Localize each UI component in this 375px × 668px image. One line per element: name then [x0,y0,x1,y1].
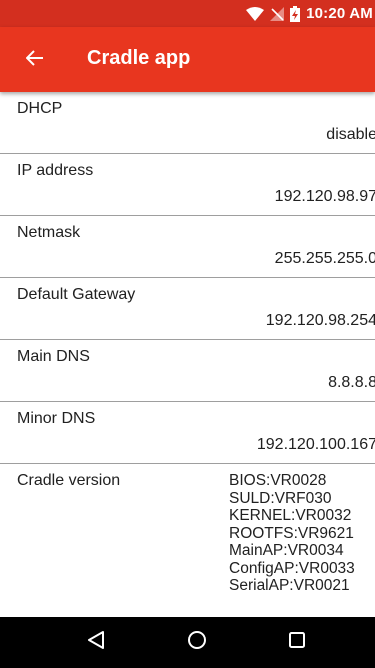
app-title: Cradle app [87,47,191,69]
battery-charging-icon [290,5,301,22]
setting-row-default-gateway[interactable]: Default Gateway 192.120.98.254 [0,278,375,340]
home-circle-icon [187,630,207,655]
nav-recents-button[interactable] [267,617,327,668]
version-item: ConfigAP:VR0033 [229,559,355,577]
setting-value: disable [200,126,375,144]
version-item: SULD:VRF030 [229,489,332,507]
setting-label: Netmask [17,224,81,241]
back-button[interactable] [20,45,50,75]
cradle-version-row: Cradle version BIOS:VR0028 SULD:VRF030 K… [0,464,375,617]
setting-value-text: 255.255.255.0 [274,250,375,267]
wifi-icon [246,6,265,21]
version-item: SerialAP:VR0021 [229,577,350,594]
setting-value-text: 192.120.98.254 [265,312,375,329]
setting-row-ip-address[interactable]: IP address 192.120.98.97 [0,154,375,216]
setting-label: Main DNS [17,348,90,365]
nav-back-button[interactable] [66,617,126,668]
back-triangle-icon [87,630,105,655]
setting-label: DHCP [17,100,63,117]
setting-label: IP address [17,162,94,179]
navigation-bar [0,617,375,668]
recents-square-icon [288,631,306,654]
setting-row-dhcp[interactable]: DHCP disable [0,92,375,154]
setting-row-netmask[interactable]: Netmask 255.255.255.0 [0,216,375,278]
status-time: 10:20 AM [306,5,373,22]
setting-label: Default Gateway [17,286,136,303]
arrow-left-icon [25,49,44,71]
setting-value: 255.255.255.0 [200,250,375,268]
status-icons: 10:20 AM [246,0,375,27]
version-item: ROOTFS:VR9621 [229,524,354,542]
signal-off-icon [270,6,285,21]
cradle-version-label: Cradle version [17,472,121,489]
setting-row-minor-dns[interactable]: Minor DNS 192.120.100.167 [0,402,375,464]
setting-value: 192.120.98.97 [200,188,375,206]
setting-row-main-dns[interactable]: Main DNS 8.8.8.8 [0,340,375,402]
version-item: BIOS:VR0028 [229,472,327,489]
setting-value-text: 8.8.8.8 [328,374,375,391]
nav-home-button[interactable] [167,617,227,668]
setting-label: Minor DNS [17,410,96,427]
setting-value: 192.120.98.254 [200,312,375,330]
setting-value-text: 192.120.100.167 [256,436,375,453]
setting-value-text: disable [326,126,375,143]
setting-value: 192.120.100.167 [200,436,375,454]
setting-value: 8.8.8.8 [200,374,375,392]
status-bar: 10:20 AM [0,0,375,27]
app-bar: Cradle app [0,27,375,92]
setting-value-text: 192.120.98.97 [274,188,375,205]
settings-list[interactable]: DHCP disable IP address 192.120.98.97 Ne… [0,92,375,617]
cradle-version-list: BIOS:VR0028 SULD:VRF030 KERNEL:VR0032 RO… [229,472,355,595]
version-item: KERNEL:VR0032 [229,507,352,524]
version-item: MainAP:VR0034 [229,542,344,559]
